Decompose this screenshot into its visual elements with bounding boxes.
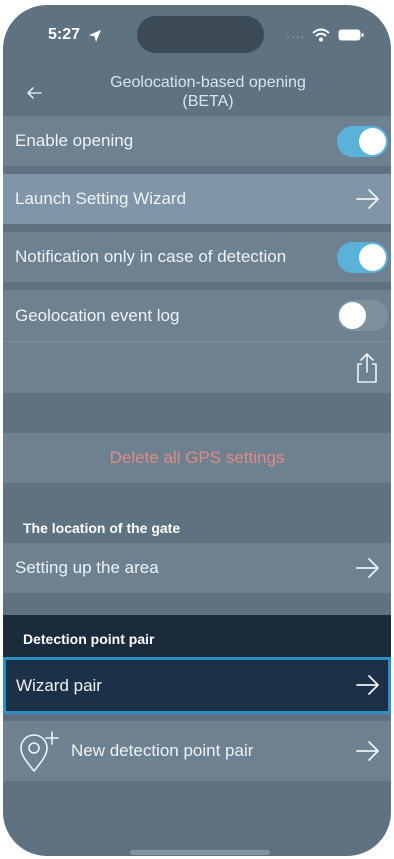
arrow-right-icon bbox=[356, 741, 379, 761]
notification-only-toggle[interactable] bbox=[337, 241, 388, 273]
signal-indicator: .... bbox=[286, 25, 306, 41]
new-pair-label: New detection point pair bbox=[71, 741, 254, 760]
notification-only-label: Notification only in case of detection bbox=[15, 247, 287, 266]
status-bar: 5:27 .... bbox=[3, 5, 391, 67]
toggle-knob bbox=[359, 127, 386, 155]
share-icon[interactable] bbox=[353, 352, 381, 384]
wizard-pair-label: Wizard pair bbox=[16, 676, 102, 695]
page-title-line1: Geolocation-based opening bbox=[110, 74, 306, 91]
location-arrow-icon bbox=[89, 30, 101, 42]
divider bbox=[3, 341, 391, 342]
enable-opening-row: Enable opening bbox=[3, 116, 391, 166]
home-indicator bbox=[130, 850, 270, 855]
enable-opening-toggle[interactable] bbox=[337, 125, 388, 157]
event-log-row: Geolocation event log bbox=[3, 290, 391, 393]
new-pair-row[interactable]: New detection point pair bbox=[3, 721, 391, 781]
setup-area-label: Setting up the area bbox=[15, 558, 159, 577]
launch-wizard-row[interactable]: Launch Setting Wizard bbox=[3, 174, 391, 224]
nav-bar: Geolocation-based opening (BETA) bbox=[3, 67, 391, 121]
wifi-icon bbox=[312, 28, 330, 42]
enable-opening-label: Enable opening bbox=[15, 131, 134, 150]
notification-only-row: Notification only in case of detection bbox=[3, 232, 391, 282]
wizard-pair-row[interactable]: Wizard pair bbox=[3, 657, 391, 714]
battery-icon bbox=[338, 29, 364, 41]
detection-section-header-bar: Detection point pair bbox=[3, 615, 391, 658]
delete-gps-row[interactable]: Delete all GPS settings bbox=[3, 433, 391, 483]
gate-section-header: The location of the gate bbox=[23, 520, 181, 536]
arrow-right-icon bbox=[356, 558, 379, 578]
arrow-right-icon bbox=[356, 189, 379, 209]
detection-section-header: Detection point pair bbox=[23, 631, 155, 647]
page-title: Geolocation-based opening (BETA) bbox=[73, 73, 343, 111]
status-time: 5:27 bbox=[48, 26, 81, 43]
setup-area-row[interactable]: Setting up the area bbox=[3, 543, 391, 593]
phone-screen: 5:27 .... Geolocation-based opening (BET… bbox=[3, 5, 391, 856]
event-log-label: Geolocation event log bbox=[15, 306, 180, 325]
arrow-right-icon bbox=[356, 675, 379, 695]
delete-gps-button[interactable]: Delete all GPS settings bbox=[110, 448, 285, 468]
dynamic-island bbox=[137, 16, 264, 53]
location-pin-plus-icon bbox=[20, 731, 59, 772]
toggle-knob bbox=[359, 243, 386, 271]
event-log-toggle[interactable] bbox=[337, 300, 388, 331]
page-title-line2: (BETA) bbox=[182, 93, 234, 110]
launch-wizard-label: Launch Setting Wizard bbox=[15, 189, 187, 208]
toggle-knob bbox=[339, 302, 366, 329]
back-arrow-icon[interactable] bbox=[23, 82, 45, 104]
